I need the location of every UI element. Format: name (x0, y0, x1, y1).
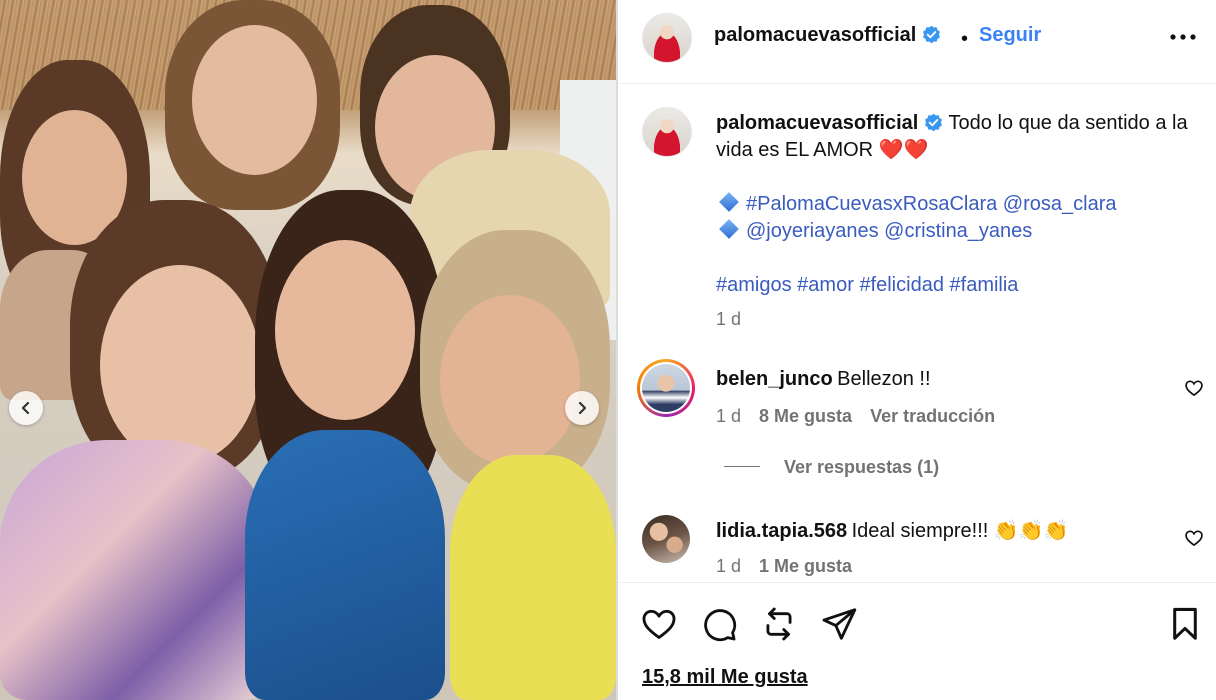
photo-figure-dress (245, 430, 445, 700)
post-actions: 15,8 mil Me gusta (618, 582, 1216, 700)
photo-figure-face (275, 240, 415, 420)
comment-like-button[interactable] (1184, 378, 1204, 398)
hashtag-link[interactable]: #felicidad (859, 274, 944, 296)
photo-figure-face (192, 25, 317, 175)
likes-count[interactable]: 15,8 mil Me gusta (642, 666, 808, 689)
repost-button[interactable] (760, 605, 798, 643)
comment-meta: 1 d 8 Me gusta Ver traducción (716, 406, 995, 427)
carousel-prev-button[interactable] (9, 391, 43, 425)
photo-figure-face (440, 295, 580, 465)
hashtag-link[interactable]: #amor (797, 274, 854, 296)
comment-username[interactable]: belen_junco (716, 368, 833, 390)
post-caption: palomacuevasofficial Todo lo que da sent… (716, 110, 1196, 333)
view-replies-label: Ver respuestas (1) (784, 457, 940, 477)
blue-diamond-icon (719, 192, 739, 212)
photo-figure-dress (0, 440, 270, 700)
post-photo[interactable] (0, 0, 616, 700)
comment-text: Bellezon !! (837, 368, 931, 390)
chevron-left-icon (21, 401, 30, 415)
comment-time[interactable]: 1 d (716, 556, 741, 576)
mention-link[interactable]: @joyeriayanes (746, 220, 879, 242)
comment-meta: 1 d 1 Me gusta (716, 556, 852, 577)
hashtag-link[interactable]: #familia (950, 274, 1019, 296)
comment-button[interactable] (700, 605, 738, 643)
comment-avatar (642, 364, 690, 412)
header-username[interactable]: palomacuevasofficial (714, 24, 916, 46)
comment-avatar[interactable] (642, 515, 690, 563)
hashtag-link[interactable]: #PalomaCuevasxRosaClara (746, 193, 997, 215)
mention-link[interactable]: @cristina_yanes (884, 220, 1032, 242)
more-options-button[interactable] (1168, 26, 1198, 48)
header-separator: • (961, 28, 969, 50)
verified-icon (922, 25, 941, 44)
story-ring[interactable] (637, 359, 695, 417)
comment-text: Ideal siempre!!! 👏👏👏 (851, 520, 1069, 542)
comment-likes[interactable]: 8 Me gusta (759, 406, 852, 426)
caption-username[interactable]: palomacuevasofficial (716, 112, 918, 134)
replies-line (724, 466, 760, 467)
post-sidebar: palomacuevasofficial • Seguir palomacuev… (618, 0, 1216, 700)
comment-like-button[interactable] (1184, 528, 1204, 548)
repost-icon (766, 607, 792, 641)
comment-likes[interactable]: 1 Me gusta (759, 556, 852, 576)
view-replies-button[interactable]: Ver respuestas (1) (724, 457, 939, 478)
caption-avatar[interactable] (642, 107, 692, 157)
follow-button[interactable]: Seguir (979, 24, 1041, 47)
bookmark-icon (1173, 607, 1197, 640)
more-horizontal-icon (1170, 34, 1196, 40)
like-button[interactable] (640, 605, 678, 643)
send-icon (822, 608, 857, 640)
comment-username[interactable]: lidia.tapia.568 (716, 520, 847, 542)
heart-icon (1185, 530, 1203, 547)
avatar[interactable] (642, 13, 692, 63)
blue-diamond-icon (719, 219, 739, 239)
verified-icon (924, 113, 943, 132)
photo-figure-face (100, 265, 260, 465)
chevron-right-icon (578, 401, 587, 415)
caption-time[interactable]: 1 d (716, 309, 741, 329)
translate-link[interactable]: Ver traducción (870, 406, 995, 426)
heart-icon (642, 609, 676, 639)
comment-icon (704, 609, 737, 642)
post-header: palomacuevasofficial • Seguir (618, 0, 1216, 84)
hashtag-link[interactable]: #amigos (716, 274, 792, 296)
mention-link[interactable]: @rosa_clara (1003, 193, 1117, 215)
save-button[interactable] (1166, 605, 1204, 643)
comment-time[interactable]: 1 d (716, 406, 741, 426)
share-button[interactable] (820, 605, 858, 643)
carousel-next-button[interactable] (565, 391, 599, 425)
heart-icon (1185, 380, 1203, 397)
photo-figure-top (450, 455, 616, 700)
header-user: palomacuevasofficial (714, 24, 941, 47)
